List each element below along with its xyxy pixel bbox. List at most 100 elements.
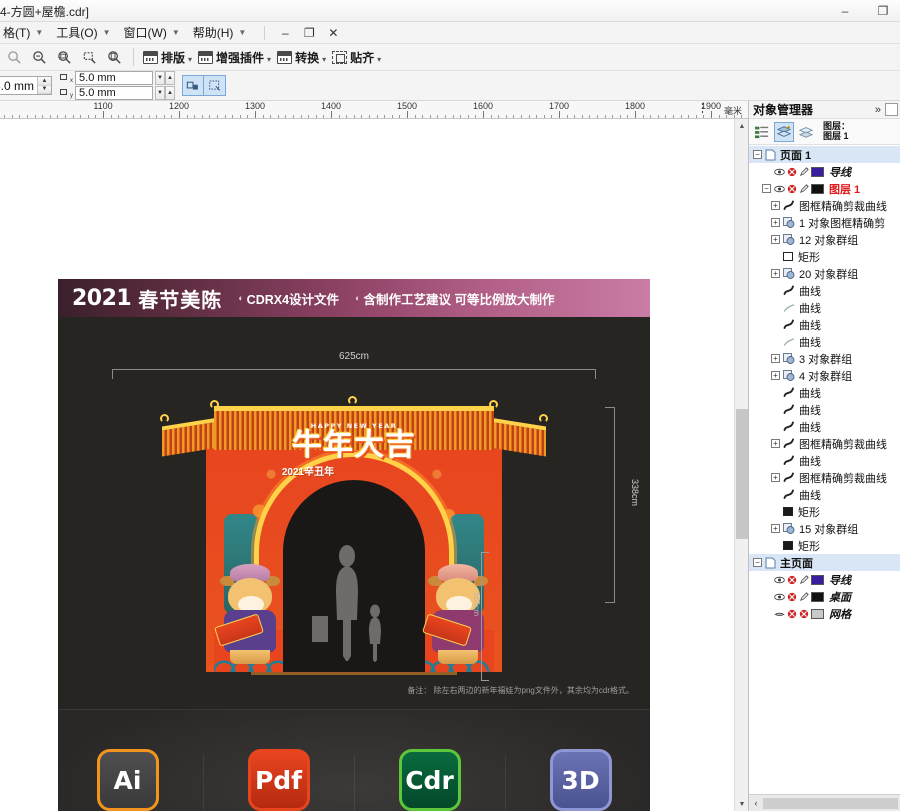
menu-item-window[interactable]: 窗口(W) ▼ (121, 22, 190, 43)
object-tree-row[interactable]: + 图框精确剪裁曲线 (749, 469, 900, 486)
layer-color-swatch[interactable] (811, 183, 824, 194)
object-tree-row[interactable]: − 主页面 (749, 554, 900, 571)
printer-disabled-icon[interactable] (787, 184, 797, 194)
edit-pencil-icon[interactable] (799, 183, 809, 194)
scroll-up-icon[interactable]: ▲ (735, 119, 749, 133)
object-tree-row[interactable]: +3 对象群组 (749, 350, 900, 367)
nudge-y-stepper[interactable]: ▼ ▲ (155, 86, 176, 100)
doc-minimize-button[interactable]: – (273, 26, 297, 40)
layer-color-swatch[interactable] (811, 166, 824, 177)
docker-close-button[interactable] (885, 103, 898, 116)
chevron-down-icon[interactable]: ▾ (188, 55, 192, 64)
chevron-down-icon[interactable]: ▾ (267, 55, 271, 64)
nudge-y-input[interactable]: 5.0 mm (75, 86, 154, 100)
tree-expander-toggle[interactable]: + (771, 354, 780, 363)
docker-expand-chevron-icon[interactable]: » (875, 104, 881, 116)
tree-expander-toggle[interactable]: − (753, 558, 762, 567)
doc-restore-button[interactable]: ❐ (297, 26, 321, 40)
object-tree-row[interactable]: − 图层 1 (749, 180, 900, 197)
tree-expander-toggle[interactable]: − (762, 184, 771, 193)
nudge-x-stepper[interactable]: ▼ ▲ (155, 71, 176, 85)
chevron-down-icon[interactable]: ▾ (377, 55, 381, 64)
object-tree-row[interactable]: 导线 (749, 571, 900, 588)
zoom-icon[interactable] (27, 46, 52, 68)
object-tree-row[interactable]: 曲线 (749, 299, 900, 316)
layer-manager-view-icon[interactable] (796, 122, 816, 142)
stepper-down-icon[interactable]: ▼ (155, 71, 166, 85)
layer-color-swatch[interactable] (811, 591, 824, 602)
object-tree-row[interactable]: 曲线 (749, 486, 900, 503)
nudge-x-input[interactable]: 5.0 mm (75, 71, 154, 85)
printer-disabled-icon[interactable] (787, 592, 797, 602)
zoom-fit-icon[interactable] (52, 46, 77, 68)
docker-scrollbar-thumb[interactable] (763, 797, 898, 809)
tree-expander-toggle[interactable]: + (771, 371, 780, 380)
object-tree-row[interactable]: − 页面 1 (749, 146, 900, 163)
artwork-object[interactable]: 2021 春节美陈 ◐ CDRX4设计文件 ◐ 含制作工艺建议 可等比例放大制作… (58, 279, 650, 811)
object-tree-row[interactable]: 曲线 (749, 452, 900, 469)
horizontal-ruler[interactable]: 1100 1200 1300 1400 1500 1600 1700 1800 1900 毫米 (0, 101, 748, 119)
outline-width-value[interactable]: 3.0 mm (0, 79, 37, 93)
stepper-down-icon[interactable]: ▼ (155, 86, 166, 100)
object-tree-row[interactable]: 曲线 (749, 282, 900, 299)
plugin-layout-button[interactable]: 排版 ▾ (140, 49, 195, 66)
stepper-up-icon[interactable]: ▲ (165, 71, 176, 85)
scrollbar-thumb[interactable] (736, 409, 748, 539)
window-restore-button[interactable]: ❐ (870, 2, 896, 20)
tree-expander-toggle[interactable]: + (771, 473, 780, 482)
zoom-out-icon[interactable] (2, 46, 27, 68)
edit-pencil-icon[interactable] (799, 574, 809, 585)
wireframe-select-toggle[interactable] (204, 75, 227, 96)
object-tree-row[interactable]: + 图框精确剪裁曲线 (749, 197, 900, 214)
plugin-snap-button[interactable]: 贴齐 ▾ (329, 49, 384, 66)
edit-pencil-icon[interactable] (799, 166, 809, 177)
show-object-properties-icon[interactable] (752, 122, 772, 142)
tree-expander-toggle[interactable]: + (771, 218, 780, 227)
eye-icon[interactable] (774, 576, 785, 584)
object-tree-row[interactable]: +20 对象群组 (749, 265, 900, 282)
object-tree-row[interactable]: 曲线 (749, 316, 900, 333)
layer-color-swatch[interactable] (811, 574, 824, 585)
doc-close-button[interactable]: ✕ (321, 26, 345, 40)
object-tree-row[interactable]: 曲线 (749, 401, 900, 418)
outline-width-spinner[interactable]: 3.0 mm ▲ ▼ (0, 76, 53, 95)
tree-expander-toggle[interactable]: + (771, 524, 780, 533)
eye-icon[interactable] (774, 185, 785, 193)
plugin-convert-button[interactable]: 转换 ▾ (274, 49, 329, 66)
stepper-up-icon[interactable]: ▲ (38, 77, 52, 86)
eye-icon[interactable] (774, 168, 785, 176)
tree-expander-toggle[interactable]: − (753, 150, 762, 159)
menu-item-tools[interactable]: 工具(O) ▼ (53, 22, 120, 43)
drawing-canvas[interactable]: 2021 春节美陈 ◐ CDRX4设计文件 ◐ 含制作工艺建议 可等比例放大制作… (0, 119, 734, 811)
object-tree-row[interactable]: + 图框精确剪裁曲线 (749, 435, 900, 452)
window-minimize-button[interactable]: – (832, 2, 858, 20)
tree-expander-toggle[interactable]: + (771, 201, 780, 210)
object-tree-row[interactable]: 曲线 (749, 418, 900, 435)
plugin-enhance-button[interactable]: 增强插件 ▾ (195, 49, 274, 66)
scroll-down-icon[interactable]: ▼ (735, 797, 749, 811)
stepper-down-icon[interactable]: ▼ (38, 85, 52, 94)
printer-disabled-icon[interactable] (799, 609, 809, 619)
object-tree-row[interactable]: 曲线 (749, 333, 900, 350)
object-tree-row[interactable]: 曲线 (749, 384, 900, 401)
object-tree[interactable]: − 页面 1 导线 − 图层 1 + 图框精确剪裁曲线 +1 对象图框精确剪 +12 对象群组矩… (749, 146, 900, 793)
printer-disabled-icon[interactable] (787, 575, 797, 585)
outline-width-stepper[interactable]: ▲ ▼ (37, 77, 52, 94)
chevron-down-icon[interactable]: ▾ (322, 55, 326, 64)
scroll-left-icon[interactable]: ‹ (749, 798, 763, 808)
tree-expander-toggle[interactable]: + (771, 235, 780, 244)
zoom-to-selection-icon[interactable] (77, 46, 102, 68)
printer-disabled-icon[interactable] (787, 167, 797, 177)
object-tree-row[interactable]: 导线 (749, 163, 900, 180)
menu-item-help[interactable]: 帮助(H) ▼ (190, 22, 257, 43)
object-tree-row[interactable]: 桌面 (749, 588, 900, 605)
eye-icon[interactable] (774, 593, 785, 601)
object-tree-row[interactable]: 矩形 (749, 537, 900, 554)
object-tree-row[interactable]: +4 对象群组 (749, 367, 900, 384)
object-tree-row[interactable]: 网格 (749, 605, 900, 622)
object-tree-row[interactable]: +15 对象群组 (749, 520, 900, 537)
tree-expander-toggle[interactable]: + (771, 269, 780, 278)
eye-hidden-icon[interactable] (774, 610, 785, 618)
tree-expander-toggle[interactable]: + (771, 439, 780, 448)
menu-item-table[interactable]: 格(T) ▼ (0, 22, 53, 43)
